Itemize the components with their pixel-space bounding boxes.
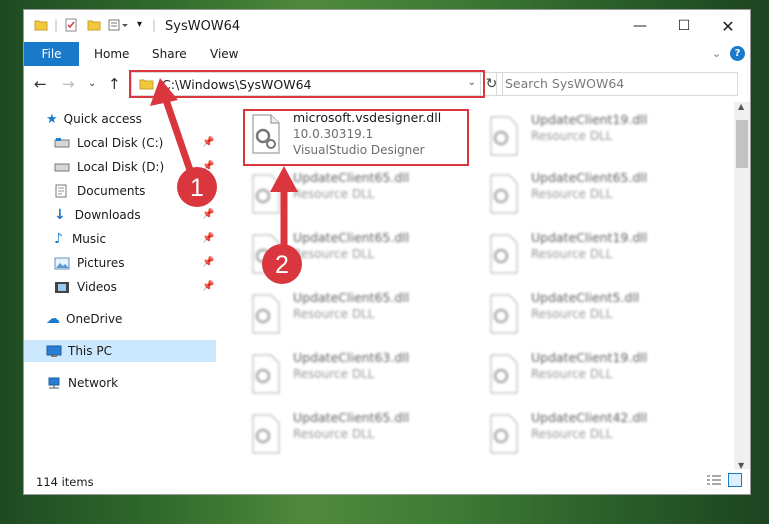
annotation-overlay: 1 2 xyxy=(150,78,302,284)
arrow-2 xyxy=(270,166,298,252)
arrow-1 xyxy=(150,78,196,180)
step-badge-1-label: 1 xyxy=(190,174,204,202)
step-badge-2-label: 2 xyxy=(275,251,289,279)
